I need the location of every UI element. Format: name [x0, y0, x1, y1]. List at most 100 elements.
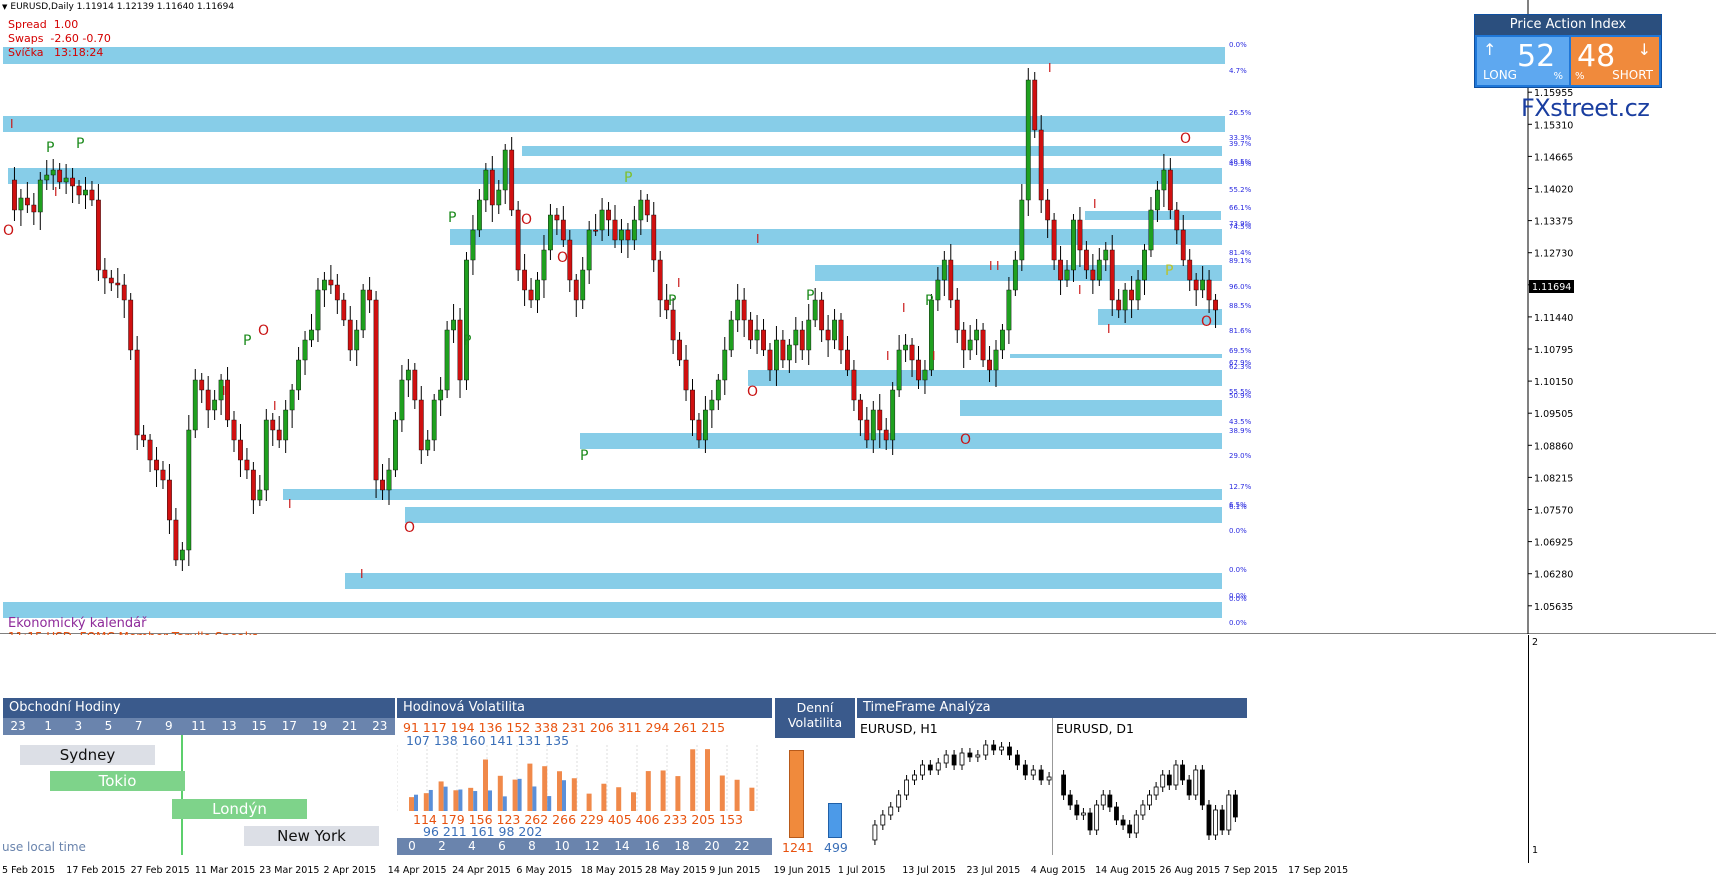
- candle: [948, 259, 954, 301]
- fib-level-label: 0.0%: [1229, 527, 1247, 535]
- mini-candle: [991, 744, 997, 751]
- date-label: 19 Jun 2015: [773, 865, 831, 876]
- candle: [735, 299, 741, 321]
- candle: [638, 199, 644, 221]
- use-local-time-toggle[interactable]: use local time: [2, 840, 86, 854]
- fib-level-label: 88.5%: [1229, 302, 1252, 310]
- candle: [431, 399, 437, 441]
- candle: [470, 229, 476, 261]
- candle: [967, 339, 973, 351]
- volatility-bar-orange: [423, 793, 429, 811]
- candle: [1006, 289, 1012, 331]
- candle: [1025, 79, 1031, 201]
- fib-level-label: 96.0%: [1229, 283, 1252, 291]
- candle: [857, 399, 863, 421]
- fib-level-label: 81.6%: [1229, 327, 1252, 335]
- volatility-hour-tick: 14: [614, 839, 630, 853]
- volatility-hour-tick: 20: [704, 839, 720, 853]
- candle: [1116, 299, 1122, 311]
- price-action-index-title: Price Action Index: [1475, 15, 1661, 35]
- candle: [780, 339, 786, 361]
- candle: [922, 369, 928, 381]
- price-tick-label: 1.14020: [1534, 185, 1573, 196]
- pattern-marker: P: [580, 448, 588, 464]
- candle: [367, 289, 373, 301]
- candle: [509, 149, 515, 211]
- candle: [179, 549, 185, 561]
- candle: [347, 319, 353, 351]
- pattern-marker: P: [925, 293, 933, 309]
- mt4-chart-window[interactable]: { "chart": { "symbol_title": "EURUSD,Dai…: [0, 0, 1716, 877]
- candle: [619, 229, 624, 241]
- dropdown-icon[interactable]: ▼: [2, 3, 7, 11]
- volatility-bar-orange: [690, 749, 696, 811]
- volatility-bar-orange: [734, 779, 740, 811]
- trading-hours-scale: 23 1 3 5 7 9 11 13 15 17 19 21 23: [3, 718, 395, 735]
- candle: [851, 369, 857, 401]
- fxstreet-logo[interactable]: FXstreet.cz: [1521, 94, 1650, 122]
- date-label: 2 Apr 2015: [323, 865, 377, 876]
- candle: [554, 214, 560, 221]
- candle: [916, 359, 921, 381]
- candle: [896, 349, 902, 391]
- mini-candle: [896, 794, 902, 808]
- sr-zone: [815, 265, 1222, 281]
- candle: [12, 179, 17, 211]
- candle: [393, 419, 398, 471]
- mini-candle: [1087, 812, 1093, 831]
- pattern-marker: P: [624, 170, 632, 186]
- candle: [728, 319, 734, 351]
- candle: [1103, 249, 1109, 261]
- candle: [444, 329, 450, 391]
- candle: [974, 329, 980, 341]
- candle: [289, 389, 295, 411]
- volatility-hour-tick: 8: [528, 839, 536, 853]
- volatility-bar-orange: [483, 759, 488, 811]
- mini-candle: [1022, 764, 1028, 776]
- candle: [476, 199, 482, 231]
- pattern-marker: P: [448, 210, 456, 226]
- candle: [76, 185, 82, 196]
- volatility-bar-blue: [473, 791, 478, 811]
- candle: [1058, 259, 1063, 281]
- mini-candle: [1232, 794, 1238, 818]
- mini-candle: [1160, 774, 1166, 788]
- candle: [1045, 199, 1051, 221]
- date-label: 17 Sep 2015: [1288, 865, 1349, 876]
- candle: [1135, 279, 1141, 301]
- date-label: 24 Apr 2015: [452, 865, 511, 876]
- candle: [864, 419, 870, 441]
- mini-candle: [888, 806, 894, 816]
- volatility-bar-orange: [542, 766, 548, 811]
- pattern-marker: I: [1048, 61, 1052, 75]
- hourly-volatility-title: Hodinová Volatilita: [397, 698, 772, 718]
- hour-tick: 11: [191, 719, 207, 733]
- mini-candle: [967, 752, 973, 758]
- price-tick-label: 1.07570: [1534, 506, 1573, 517]
- subwindow-axis-line: [1528, 635, 1529, 863]
- candle: [451, 319, 456, 331]
- mini-candle: [920, 764, 925, 776]
- candle: [50, 169, 56, 176]
- volatility-bar-orange: [660, 770, 666, 811]
- fib-level-label: 69.5%: [1229, 347, 1252, 355]
- mini-candle: [1127, 824, 1133, 834]
- volatility-hour-tick: 12: [584, 839, 600, 853]
- daily-volatility-title-line1: Denní: [796, 700, 834, 715]
- candle: [987, 359, 992, 371]
- volatility-hour-tick: 6: [498, 839, 506, 853]
- pattern-marker: P: [46, 140, 54, 156]
- candle: [799, 329, 805, 351]
- fib-level-label: 26.5%: [1229, 109, 1252, 117]
- candle: [1077, 219, 1083, 251]
- date-label: 14 Apr 2015: [387, 865, 447, 876]
- date-label: 7 Sep 2015: [1223, 865, 1278, 876]
- mini-candle: [1007, 746, 1012, 756]
- mini-candle: [1107, 794, 1113, 808]
- trading-hours-panel: Obchodní Hodiny 23 1 3 5 7 9 11 13 15 17 19 21 23: [3, 698, 395, 735]
- candle: [70, 177, 75, 187]
- mini-candle: [1120, 819, 1126, 826]
- price-chart[interactable]: P PIIOPOIIIPPOOPPIPOIOIP PII IOI IIIIIPOO 0.…: [0, 0, 1716, 634]
- date-label: 9 Jun 2015: [709, 865, 761, 876]
- candle: [838, 319, 844, 351]
